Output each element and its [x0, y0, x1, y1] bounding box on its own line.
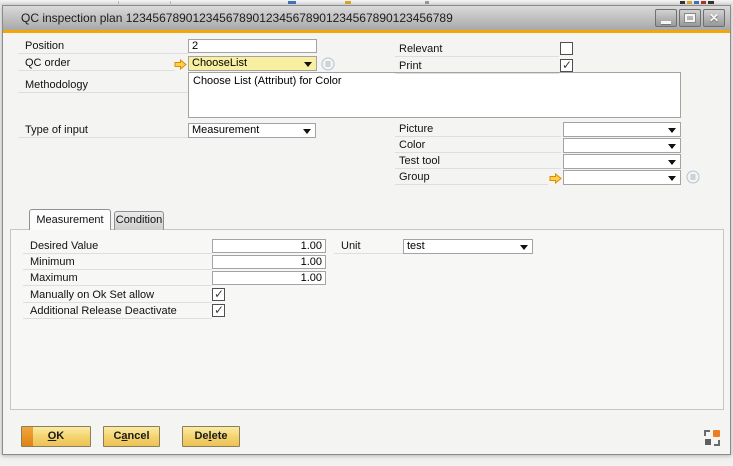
maximum-input[interactable]: 1.00 [212, 271, 326, 285]
minimize-icon [661, 21, 671, 24]
qc-inspection-plan-dialog: QC inspection plan 123456789012345678901… [2, 5, 731, 455]
desired-value-label: Desired Value [23, 239, 212, 254]
color-dropdown[interactable] [563, 138, 681, 153]
titlebar[interactable]: QC inspection plan 123456789012345678901… [3, 6, 730, 30]
desktop-background: QC inspection plan 123456789012345678901… [0, 0, 733, 466]
unit-dropdown[interactable]: test [403, 239, 533, 254]
picture-label: Picture [395, 122, 561, 137]
dropdown-arrow-icon [668, 160, 676, 165]
link-arrow-icon[interactable] [549, 173, 562, 184]
ok-button[interactable]: OK [21, 426, 91, 447]
test-tool-dropdown[interactable] [563, 154, 681, 169]
type-of-input-dropdown[interactable]: Measurement [188, 123, 316, 138]
tab-measurement[interactable]: Measurement [29, 209, 111, 230]
dropdown-arrow-icon [303, 129, 311, 134]
background-app-bottom [0, 455, 733, 466]
group-dropdown[interactable] [563, 170, 681, 185]
toolbar-icon-fragment [680, 1, 685, 4]
dialog-client-area: Position 2 QC order ChooseList Methodolo… [3, 33, 730, 454]
desired-value-input[interactable]: 1.00 [212, 239, 326, 253]
test-tool-label: Test tool [395, 154, 561, 169]
print-label: Print [395, 59, 559, 74]
qc-order-label: QC order [18, 56, 175, 71]
toolbar-icon-fragment [345, 1, 351, 4]
close-button[interactable]: ✕ [703, 9, 725, 27]
dropdown-arrow-icon [304, 62, 312, 67]
methodology-label: Methodology [18, 78, 188, 93]
unit-label: Unit [334, 239, 403, 254]
additional-release-label: Additional Release Deactivate [23, 304, 212, 319]
toolbar-icon-fragment [425, 1, 429, 4]
close-icon: ✕ [709, 12, 719, 24]
window-controls: ✕ [655, 9, 725, 27]
position-label: Position [18, 39, 188, 54]
toolbar-icon-fragment [694, 1, 699, 4]
position-input[interactable]: 2 [188, 39, 317, 53]
window-title: QC inspection plan 123456789012345678901… [3, 11, 453, 25]
dropdown-arrow-icon [668, 144, 676, 149]
combo-edit-icon[interactable] [321, 57, 335, 71]
maximize-button[interactable] [679, 9, 701, 27]
link-arrow-icon[interactable] [174, 59, 187, 70]
relevant-label: Relevant [395, 42, 559, 57]
form-resize-icon[interactable] [703, 429, 721, 447]
dropdown-arrow-icon [668, 176, 676, 181]
toolbar-icon-fragment [708, 1, 714, 4]
dropdown-arrow-icon [668, 128, 676, 133]
toolbar-icon-fragment [118, 1, 119, 4]
toolbar-icon-fragment [687, 1, 692, 4]
minimize-button[interactable] [655, 9, 677, 27]
minimum-label: Minimum [23, 255, 212, 270]
cancel-button[interactable]: Cancel [103, 426, 160, 447]
combo-edit-icon[interactable] [686, 170, 700, 184]
minimum-input[interactable]: 1.00 [212, 255, 326, 269]
dropdown-arrow-icon [520, 245, 528, 250]
qc-order-dropdown[interactable]: ChooseList [188, 56, 317, 71]
toolbar-icon-fragment [170, 1, 171, 4]
toolbar-icon-fragment [288, 1, 296, 4]
picture-dropdown[interactable] [563, 122, 681, 137]
methodology-textarea[interactable]: Choose List (Attribut) for Color [188, 72, 681, 118]
toolbar-icon-fragment [701, 1, 706, 4]
default-button-indicator [22, 427, 33, 446]
manually-ok-checkbox[interactable] [212, 288, 225, 301]
maximum-label: Maximum [23, 271, 212, 286]
maximize-icon [685, 14, 695, 22]
tab-condition[interactable]: Condition [114, 211, 164, 230]
color-label: Color [395, 138, 561, 153]
print-checkbox[interactable] [560, 59, 573, 72]
additional-release-checkbox[interactable] [212, 304, 225, 317]
group-label: Group [395, 170, 548, 185]
type-of-input-label: Type of input [18, 123, 188, 138]
relevant-checkbox[interactable] [560, 42, 573, 55]
delete-button[interactable]: Delete [182, 426, 240, 447]
manually-ok-label: Manually on Ok Set allow [23, 288, 212, 303]
